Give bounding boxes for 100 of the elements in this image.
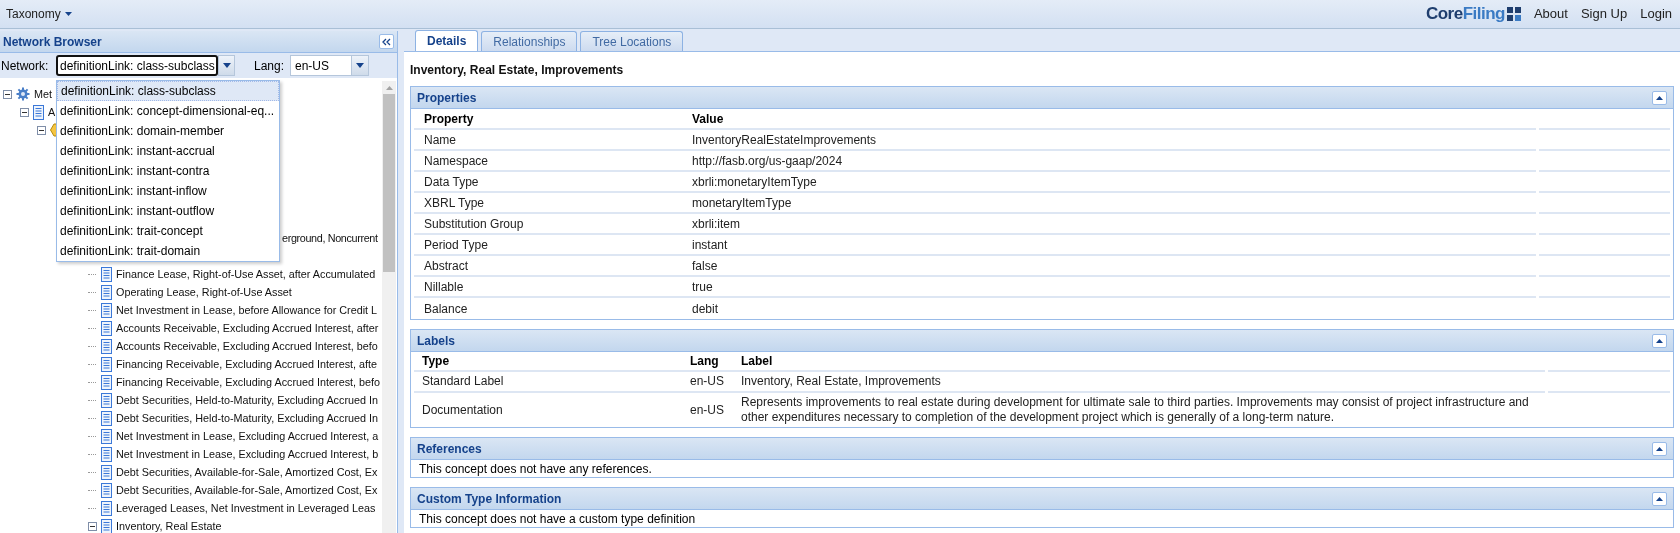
dropdown-option[interactable]: definitionLink: instant-inflow [57,181,279,201]
network-label: Network: [1,57,50,75]
header-link[interactable]: About [1533,4,1568,24]
logo: CoreFiling [1425,1,1521,27]
tree-item[interactable]: Met [34,85,52,103]
document-icon [101,266,112,282]
table-cell: Period Type [414,235,682,256]
collapse-button[interactable] [1652,441,1667,456]
concept-title: Inventory, Real Estate, Improvements [410,62,625,79]
dropdown-option[interactable]: definitionLink: trait-concept [57,221,279,241]
tree-item[interactable]: Accounts Receivable, Excluding Accrued Interest, befo [116,337,378,355]
table-cell: en-US [690,402,724,418]
dropdown-option[interactable]: definitionLink: instant-contra [57,161,279,181]
gear-icon [16,87,30,101]
network-select[interactable]: definitionLink: class-subclass [56,55,218,76]
collapse-button[interactable] [1652,333,1667,348]
collapse-button[interactable] [1652,491,1667,506]
document-icon [101,320,112,336]
tab[interactable]: Details [415,30,479,51]
tab[interactable]: Tree Locations [580,31,684,51]
tree-item[interactable]: A [48,103,56,121]
document-icon [101,374,112,390]
taxonomy-menu[interactable]: Taxonomy [6,5,72,23]
table-cell: XBRL Type [414,193,682,214]
table-cell: Inventory, Real Estate, Improvements [741,374,941,389]
panel-title: Custom Type Information [417,490,562,508]
column-header: Value [682,109,1536,130]
table-cell: Nillable [414,277,682,298]
document-icon [101,302,112,318]
table-cell: Documentation [422,402,503,418]
column-header: Lang [682,352,733,372]
collapse-icon[interactable] [2,89,12,99]
collapse-icon[interactable] [19,107,29,117]
tree-item[interactable]: Financing Receivable, Excluding Accrued Interest, afte [116,355,378,373]
document-icon [33,104,44,120]
document-icon [101,356,112,372]
scrollbar-thumb[interactable] [383,94,395,272]
tree-item[interactable]: Debt Securities, Available-for-Sale, Amortized Cost, Ex [116,463,378,481]
double-chevron-left-icon [382,37,391,46]
column-header: Property [414,109,682,130]
dropdown-option[interactable]: definitionLink: trait-domain [57,241,279,261]
tree-item[interactable]: Net Investment in Lease, Excluding Accrued Interest, a [116,427,379,445]
tree-item[interactable]: Finance Lease, Right-of-Use Asset, after Accumulated [116,265,376,283]
collapse-icon[interactable] [36,125,46,135]
tree-item[interactable]: Debt Securities, Held-to-Maturity, Excluding Accrued In [116,391,379,409]
table-cell-text: Represents improvements to real estate during development for ultimate sale to third parties. Improvements may consist of project infrastructure and other expenditures necessary to completion of the development project which is generally of a long-term nature. [741,395,1530,425]
column-header: Label [733,352,1545,372]
tree-item[interactable]: Leveraged Leases, Net Investment in Leveraged Leas [116,499,376,517]
table-cell-text: Balance [423,300,469,318]
tree-item[interactable]: erground, Noncurrent [282,229,378,247]
lang-label: Lang: [254,57,286,75]
table-cell: Name [414,130,682,151]
dropdown-option[interactable]: definitionLink: class-subclass [57,81,279,101]
document-icon [101,392,112,408]
tree-item[interactable]: Inventory, Real Estate [116,517,222,533]
document-icon [101,338,112,354]
collapse-panel-button[interactable] [379,34,394,49]
collapse-icon[interactable] [87,521,97,531]
panel-title: References [417,440,482,458]
lang-select[interactable]: en-US [290,55,369,76]
tree-item[interactable]: Operating Lease, Right-of-Use Asset [116,283,292,301]
header-link[interactable]: Login [1640,4,1672,24]
tree-item[interactable]: Debt Securities, Held-to-Maturity, Excluding Accrued In [116,409,379,427]
caret-down-icon [64,12,72,16]
document-icon [101,500,112,516]
panel-title: Properties [417,89,477,107]
tree-item[interactable]: Financing Receivable, Excluding Accrued Interest, befo [116,373,381,391]
tree-item[interactable]: Net Investment in Lease, before Allowance for Credit L [116,301,378,319]
tree-item[interactable]: Accounts Receivable, Excluding Accrued Interest, after [116,319,379,337]
document-icon [101,410,112,426]
table-cell: http://fasb.org/us-gaap/2024 [682,151,1536,172]
tree-item[interactable]: Debt Securities, Available-for-Sale, Amortized Cost, Ex [116,481,378,499]
caret-down-icon [222,63,231,68]
table-cell: Data Type [414,172,682,193]
logo-icon [1506,7,1521,21]
table-cell: Substitution Group [414,214,682,235]
table-cell: Abstract [414,256,682,277]
dropdown-option[interactable]: definitionLink: domain-member [57,121,279,141]
document-icon [101,446,112,462]
table-cell-text: debit [691,300,720,318]
panel-title: Labels [417,332,455,350]
table-cell: en-US [690,374,724,389]
caret-down-icon [356,63,364,68]
document-icon [101,518,112,533]
table-cell: InventoryRealEstateImprovements [682,130,1536,151]
table-cell: true [682,277,1536,298]
caret-up-icon [1656,446,1663,451]
dropdown-option[interactable]: definitionLink: concept-dimensional-eq... [57,101,279,121]
table-cell: instant [682,235,1536,256]
dropdown-option[interactable]: definitionLink: instant-accrual [57,141,279,161]
collapse-button[interactable] [1652,90,1667,105]
dropdown-option[interactable]: definitionLink: instant-outflow [57,201,279,221]
message: This concept does not have a custom type definition [418,510,697,527]
tab[interactable]: Relationships [481,31,578,51]
dropdown-button[interactable] [218,55,235,76]
table-cell: xbrli:monetaryItemType [682,172,1536,193]
table-cell: xbrli:item [682,214,1536,235]
header-link[interactable]: Sign Up [1580,4,1628,24]
scroll-up-icon [385,86,393,90]
tree-item[interactable]: Net Investment in Lease, Excluding Accrued Interest, b [116,445,379,463]
